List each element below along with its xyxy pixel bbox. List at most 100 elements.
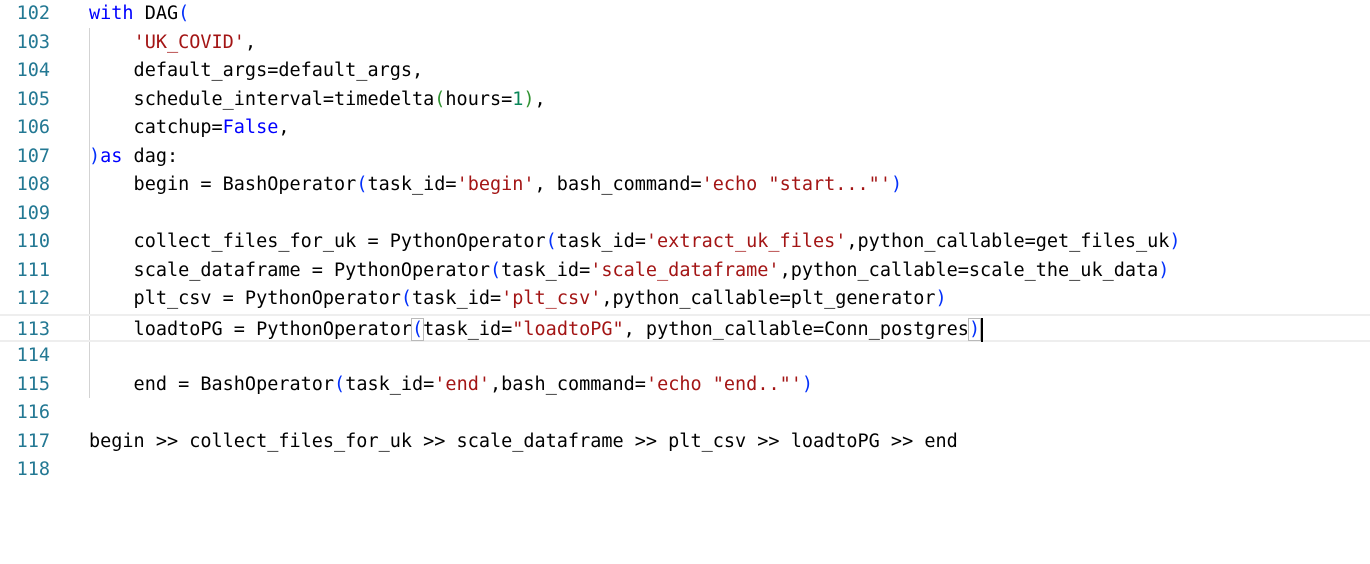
- code-token-plain: hours=: [445, 88, 513, 110]
- code-token-plain: ,bash_command=: [490, 373, 646, 395]
- code-token-paren1: ): [89, 145, 101, 167]
- line-number: 105: [16, 88, 50, 110]
- code-token-string: 'begin': [456, 174, 535, 195]
- code-token-paren1: ): [1158, 259, 1170, 281]
- code-token-plain: task_id=: [345, 373, 435, 395]
- code-token-plain: task_id=: [412, 288, 502, 309]
- code-token-number: 1: [512, 88, 524, 110]
- line-number: 112: [16, 288, 50, 309]
- line-number: 116: [16, 402, 50, 423]
- code-line[interactable]: 105 schedule_interval=timedelta(hours=1)…: [0, 86, 1370, 115]
- code-token-paren1: ): [935, 288, 947, 309]
- code-token-plain: plt_csv = PythonOperator: [89, 288, 401, 309]
- code-line[interactable]: 109: [0, 200, 1370, 229]
- line-number: 106: [16, 117, 50, 138]
- code-line[interactable]: 112 plt_csv = PythonOperator(task_id='pl…: [0, 285, 1370, 314]
- code-text: begin >> collect_files_for_uk >> scale_d…: [89, 428, 958, 457]
- code-token-string: 'plt_csv': [501, 288, 602, 309]
- line-number: 113: [16, 318, 50, 340]
- code-token-plain: collect_files_for_uk = PythonOperator: [89, 231, 546, 252]
- code-text: begin = BashOperator(task_id='begin', ba…: [89, 171, 903, 200]
- line-number: 117: [16, 430, 50, 452]
- code-token-plain: DAG: [133, 3, 179, 24]
- line-number: 102: [16, 3, 50, 24]
- code-token-string: 'extract_uk_files': [645, 231, 847, 252]
- code-token-plain: begin >> collect_files_for_uk >> scale_d…: [89, 430, 958, 452]
- code-line[interactable]: 102 with DAG(: [0, 0, 1370, 29]
- code-token-string: 'end': [434, 373, 490, 395]
- code-line[interactable]: 104 default_args=default_args,: [0, 57, 1370, 86]
- code-line[interactable]: 117 begin >> collect_files_for_uk >> scal…: [0, 428, 1370, 457]
- code-text: )as dag:: [89, 143, 178, 172]
- code-line[interactable]: 116: [0, 399, 1370, 428]
- code-token-string: 'UK_COVID': [133, 31, 245, 53]
- code-token-paren1: ): [801, 373, 814, 395]
- code-token-paren1: (: [545, 231, 557, 252]
- code-text: scale_dataframe = PythonOperator(task_id…: [89, 257, 1170, 286]
- code-text: plt_csv = PythonOperator(task_id='plt_cs…: [89, 285, 947, 314]
- code-text: catchup=False,: [89, 114, 290, 143]
- line-number: 104: [16, 60, 50, 81]
- code-line[interactable]: 106 catchup=False,: [0, 114, 1370, 143]
- code-token-plain: end = BashOperator: [89, 373, 335, 395]
- code-editor[interactable]: 102 with DAG(103 'UK_COVID', 104 default_a…: [0, 0, 1370, 564]
- text-caret: [981, 317, 984, 342]
- line-number: 108: [16, 174, 50, 195]
- code-token-keyword: as: [100, 145, 123, 167]
- code-token-paren2: (: [434, 88, 446, 110]
- code-token-plain: begin = BashOperator: [89, 174, 357, 195]
- code-token-plain: ,: [534, 88, 546, 110]
- code-line[interactable]: 114: [0, 342, 1370, 371]
- code-token-paren1: (: [489, 259, 502, 281]
- code-token-plain: schedule_interval=timedelta: [89, 88, 435, 110]
- code-line[interactable]: 111 scale_dataframe = PythonOperator(tas…: [0, 257, 1370, 286]
- code-token-paren1: (: [411, 317, 425, 341]
- code-line[interactable]: 108 begin = BashOperator(task_id='begin'…: [0, 171, 1370, 200]
- code-token-plain: ,python_callable=scale_the_uk_data: [779, 259, 1159, 281]
- code-text: loadtoPG = PythonOperator(task_id="loadt…: [89, 316, 984, 345]
- code-token-keyword: False: [222, 117, 279, 138]
- code-text: with DAG(: [89, 0, 189, 29]
- line-number: 109: [16, 202, 50, 224]
- line-number: 114: [16, 345, 50, 366]
- line-number: 115: [16, 373, 50, 395]
- code-token-plain: task_id=: [501, 259, 591, 281]
- code-line[interactable]: 107 )as dag:: [0, 143, 1370, 172]
- code-token-plain: ,: [278, 117, 290, 138]
- code-token-paren1: (: [334, 373, 346, 395]
- line-number: 111: [16, 259, 50, 281]
- code-token-plain: task_id=: [556, 231, 646, 252]
- code-token-paren1: ): [890, 174, 903, 195]
- code-token-plain: , python_callable=Conn_postgres: [623, 318, 969, 340]
- code-token-keyword: with: [89, 3, 134, 24]
- line-number: 118: [16, 459, 50, 480]
- code-token-plain: scale_dataframe = PythonOperator: [89, 259, 490, 281]
- code-token-paren1: ): [967, 317, 982, 341]
- code-token-plain: ,: [244, 31, 257, 53]
- code-token-plain: task_id=: [367, 174, 457, 195]
- code-text: schedule_interval=timedelta(hours=1),: [89, 86, 546, 115]
- code-text: default_args=default_args,: [89, 57, 424, 86]
- code-text: 'UK_COVID',: [89, 29, 257, 58]
- code-text: end = BashOperator(task_id='end',bash_co…: [89, 371, 813, 400]
- code-token-plain: loadtoPG = PythonOperator: [89, 318, 413, 340]
- code-line[interactable]: 115 end = BashOperator(task_id='end',bas…: [0, 371, 1370, 400]
- code-token-string: "loadtoPG": [512, 318, 624, 340]
- code-line[interactable]: 103 'UK_COVID',: [0, 29, 1370, 58]
- code-line[interactable]: 110 collect_files_for_uk = PythonOperato…: [0, 228, 1370, 257]
- code-token-paren2: ): [523, 88, 535, 110]
- code-token-plain: ,python_callable=get_files_uk: [846, 231, 1170, 252]
- current-code-line[interactable]: 113 loadtoPG = PythonOperator(task_id="l…: [0, 313, 1370, 345]
- code-token-paren1: ): [1169, 231, 1181, 252]
- code-token-paren1: (: [400, 288, 413, 309]
- code-token-plain: task_id=: [423, 318, 513, 340]
- line-number: 110: [16, 231, 50, 252]
- code-token-plain: , bash_command=: [534, 174, 702, 195]
- code-token-string: 'echo "end.."': [645, 373, 802, 395]
- line-number: 103: [16, 31, 50, 53]
- code-text: collect_files_for_uk = PythonOperator(ta…: [89, 228, 1181, 257]
- code-token-string: 'scale_dataframe': [590, 259, 780, 281]
- line-number: 107: [16, 145, 50, 167]
- code-line[interactable]: 118: [0, 456, 1370, 485]
